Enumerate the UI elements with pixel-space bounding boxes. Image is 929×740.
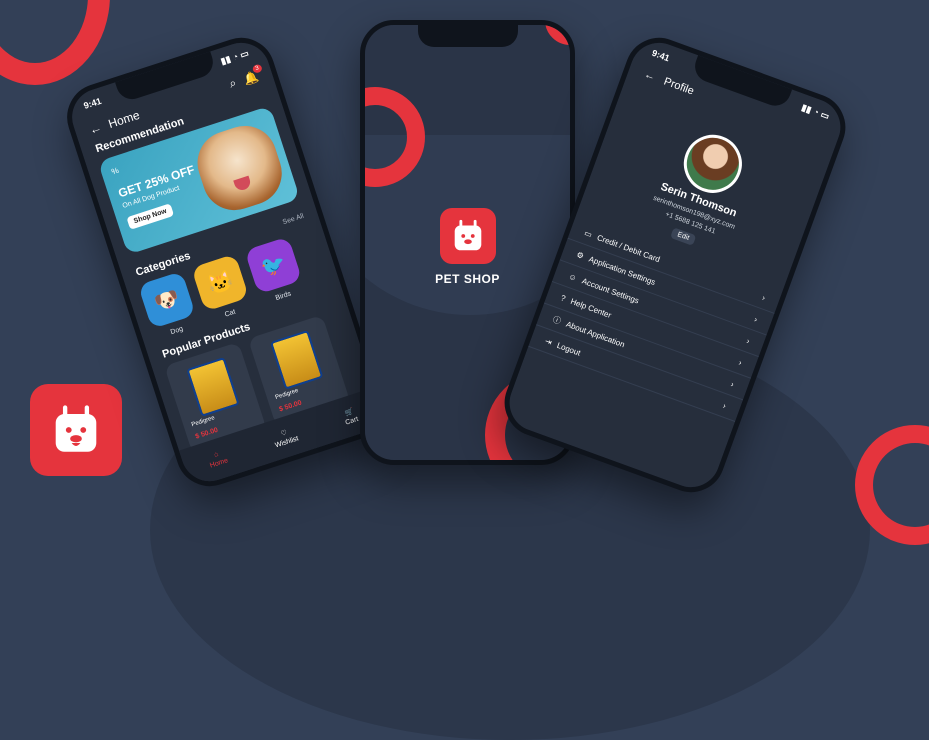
category-dog[interactable]: 🐶 Dog bbox=[137, 270, 196, 336]
card-icon: ▭ bbox=[583, 227, 594, 239]
signal-icon: ▮▮ ◔ ▭ bbox=[219, 47, 250, 67]
see-all-link[interactable]: See All bbox=[282, 213, 305, 226]
tab-home[interactable]: ⌂ Home bbox=[206, 449, 229, 470]
product-name: Pedigree bbox=[190, 415, 216, 429]
shop-now-button[interactable]: Shop Now bbox=[126, 203, 175, 230]
status-time: 9:41 bbox=[650, 47, 671, 64]
page-title: Profile bbox=[662, 75, 696, 98]
bird-icon: 🐦 bbox=[258, 251, 289, 281]
edit-button[interactable]: Edit bbox=[670, 227, 697, 246]
percent-icon: % bbox=[110, 165, 120, 177]
app-name: PET SHOP bbox=[435, 272, 500, 286]
logout-icon: ⇥ bbox=[543, 336, 554, 347]
heart-icon: ♡ bbox=[279, 429, 289, 438]
category-list: 🐶 Dog 🐱 Cat 🐦 Birds bbox=[137, 229, 324, 336]
user-icon: ☺ bbox=[567, 271, 579, 283]
info-icon: ⓘ bbox=[551, 314, 563, 326]
app-logo-icon bbox=[30, 384, 122, 476]
back-icon[interactable]: ← bbox=[642, 68, 656, 83]
dog-photo bbox=[189, 117, 291, 219]
notification-badge: 3 bbox=[251, 63, 263, 74]
category-birds[interactable]: 🐦 Birds bbox=[244, 236, 303, 302]
phone-notch bbox=[417, 25, 518, 47]
help-icon: ? bbox=[559, 292, 567, 303]
product-name: Pedigree bbox=[274, 387, 300, 402]
tab-cart[interactable]: 🛒 Cart bbox=[341, 406, 359, 427]
dog-icon: 🐶 bbox=[151, 286, 183, 315]
status-time: 9:41 bbox=[82, 95, 103, 111]
chevron-right-icon: › bbox=[745, 335, 752, 346]
category-cat[interactable]: 🐱 Cat bbox=[191, 253, 250, 319]
chevron-right-icon: › bbox=[737, 357, 744, 367]
chevron-right-icon: › bbox=[729, 379, 736, 389]
search-icon[interactable]: ⌕ bbox=[227, 75, 238, 91]
chevron-right-icon: › bbox=[721, 400, 728, 411]
chevron-right-icon: › bbox=[761, 292, 767, 303]
home-icon: ⌂ bbox=[213, 450, 220, 459]
decor-ring bbox=[545, 25, 570, 45]
signal-icon: ▮▮ ◔ ▭ bbox=[800, 102, 831, 122]
app-logo-icon bbox=[440, 208, 496, 264]
profile-header: ← Profile bbox=[642, 68, 695, 97]
gear-icon: ⚙ bbox=[575, 249, 586, 261]
back-icon[interactable]: ← bbox=[87, 120, 103, 137]
bell-icon[interactable]: 🔔 3 bbox=[242, 63, 263, 87]
promo-banner[interactable]: % GET 25% OFF On All Dog Product Shop No… bbox=[97, 105, 301, 255]
cart-icon: 🛒 bbox=[343, 407, 355, 417]
product-image bbox=[269, 329, 324, 390]
cat-icon: 🐱 bbox=[205, 268, 236, 298]
tab-wishlist[interactable]: ♡ Wishlist bbox=[271, 425, 299, 449]
profile-menu: ▭ Credit / Debit Card › ⚙ Application Setti… bbox=[528, 217, 783, 422]
chevron-right-icon: › bbox=[753, 314, 759, 324]
page-title: Home bbox=[106, 107, 142, 131]
product-image bbox=[186, 357, 240, 417]
decor-ring-top-left bbox=[0, 0, 110, 85]
